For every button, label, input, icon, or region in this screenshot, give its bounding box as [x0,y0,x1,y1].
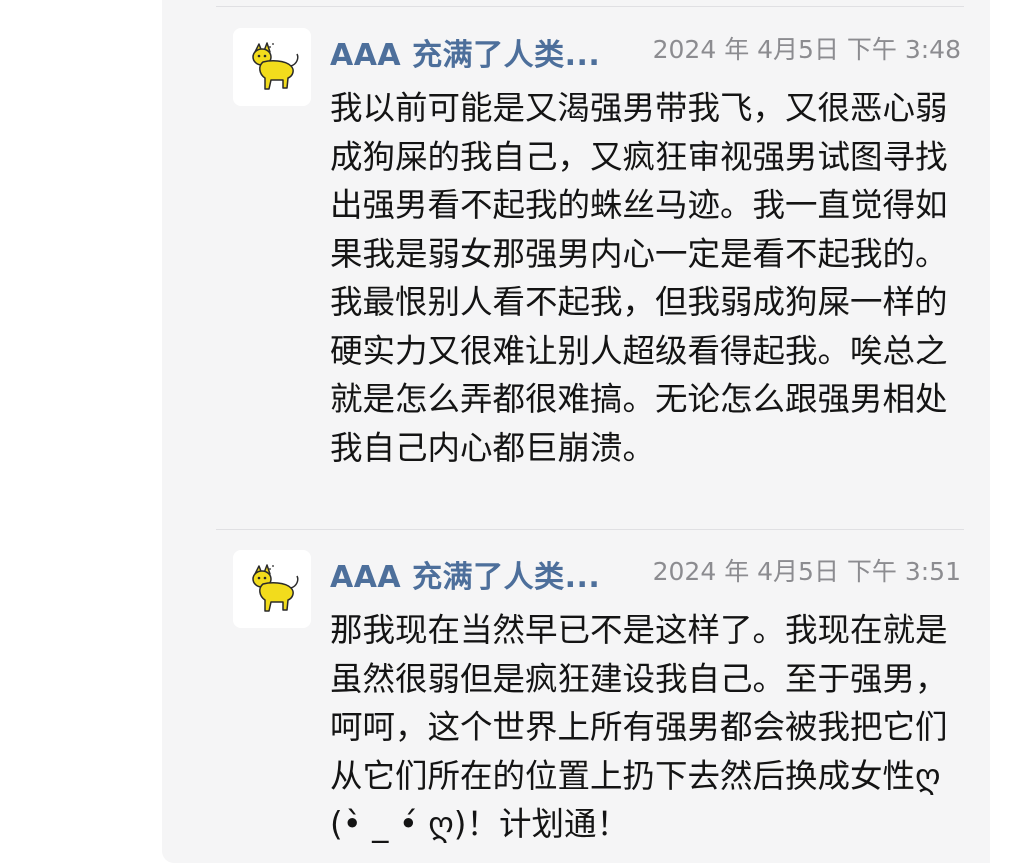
avatar[interactable] [233,550,311,628]
divider-between-posts [216,529,964,530]
yellow-cat-icon [252,564,299,612]
divider-top [216,6,964,7]
yellow-cat-icon [252,42,299,90]
avatar[interactable] [233,28,311,106]
post-timestamp: 2024 年 4月5日 下午 3:48 [652,35,961,64]
post-item: AAA 充满了人类... 2024 年 4月5日 下午 3:48 我以前可能是又… [233,28,973,508]
post-text: 那我现在当然早已不是这样了。我现在就是虽然很弱但是疯狂建设我自己。至于强男，呵呵… [330,611,948,843]
post-author[interactable]: AAA 充满了人类... [330,30,600,74]
post-text: 我以前可能是又渴强男带我飞，又很恶心弱成狗屎的我自己，又疯狂审视强男试图寻找出强… [330,89,948,467]
post-item: AAA 充满了人类... 2024 年 4月5日 下午 3:51 那我现在当然早… [233,550,973,850]
post-author[interactable]: AAA 充满了人类... [330,552,600,596]
post-timestamp: 2024 年 4月5日 下午 3:51 [652,557,961,586]
